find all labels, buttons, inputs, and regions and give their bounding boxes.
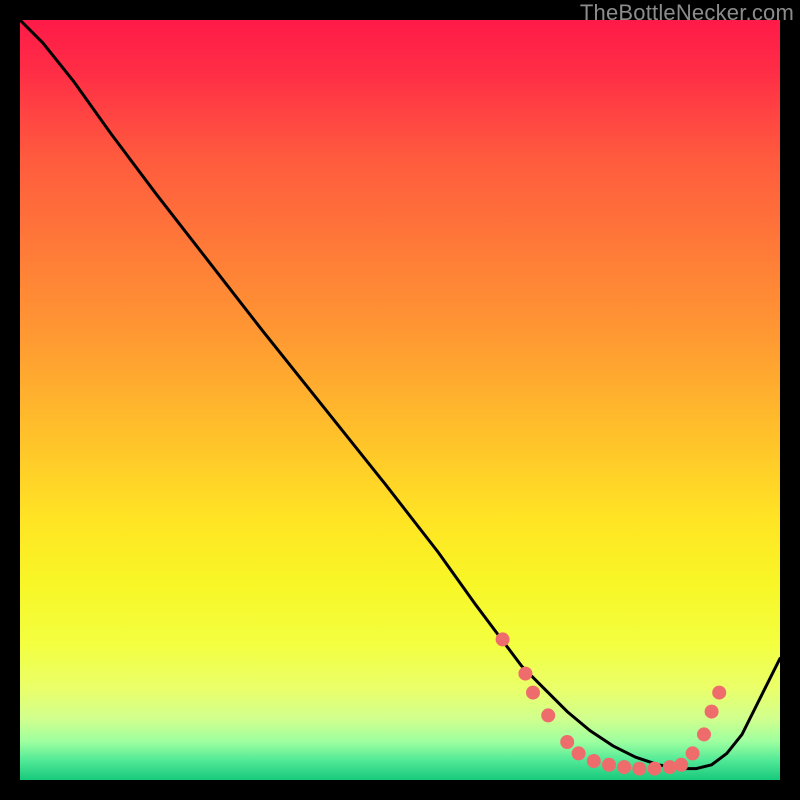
marker-dot: [526, 686, 540, 700]
marker-dot: [541, 708, 555, 722]
marker-dot: [496, 632, 510, 646]
marker-dot: [518, 667, 532, 681]
marker-dot: [560, 735, 574, 749]
marker-dot: [572, 746, 586, 760]
gradient-background: [20, 20, 780, 780]
watermark-text: TheBottleNecker.com: [580, 0, 794, 26]
marker-dot: [686, 746, 700, 760]
marker-dot: [674, 758, 688, 772]
marker-dot: [697, 727, 711, 741]
chart-svg: [20, 20, 780, 780]
marker-dot: [602, 758, 616, 772]
marker-dot: [705, 705, 719, 719]
marker-dot: [712, 686, 726, 700]
marker-dot: [587, 754, 601, 768]
marker-dot: [617, 760, 631, 774]
marker-dot: [632, 762, 646, 776]
marker-dot: [648, 762, 662, 776]
